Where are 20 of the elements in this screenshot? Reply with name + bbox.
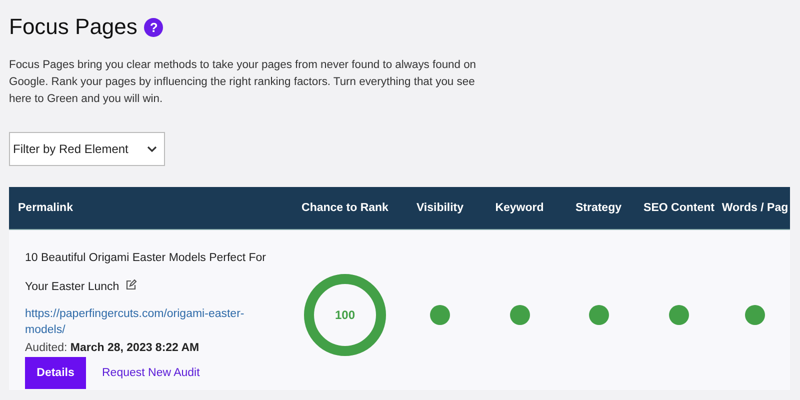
chevron-down-icon: [146, 145, 158, 153]
column-header: Keyword: [494, 202, 545, 214]
page-url-link[interactable]: https://paperfingercuts.com/origami-easter-models/: [25, 306, 265, 338]
details-button[interactable]: Details: [25, 357, 86, 389]
help-icon[interactable]: ?: [144, 18, 164, 36]
edit-icon[interactable]: [125, 279, 138, 291]
audited-date: March 28, 2023 8:22 AM: [70, 342, 200, 354]
column-header: Permalink: [17, 202, 74, 214]
column-header: Visibility: [415, 202, 465, 214]
description: Focus Pages bring you clear methods to take your pages from never found to always found on Google. Rank your pages by influencing the right ranking factors. Turn everything that you see here to Green and you will win.: [9, 58, 478, 107]
filter-dropdown[interactable]: Filter by Red Element: [9, 132, 165, 166]
column-header: Words / Pag: [720, 202, 790, 214]
page-title-text: 10 Beautiful Origami Easter Models Perfect For Your Easter Lunch: [25, 251, 267, 295]
column-header: Strategy: [574, 202, 623, 214]
column-header: Chance to Rank: [300, 202, 390, 214]
page-title: Focus Pages: [9, 14, 138, 40]
audited-label: Audited:: [25, 342, 68, 354]
score-value: 100: [334, 308, 356, 322]
request-audit-link[interactable]: Request New Audit: [102, 367, 200, 379]
column-header: SEO Content: [642, 202, 716, 214]
